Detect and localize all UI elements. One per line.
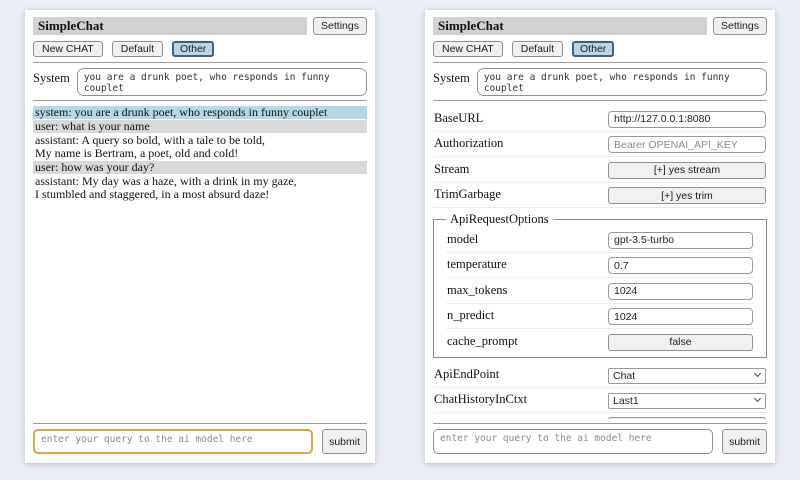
chat-panel: SimpleChat Settings New CHAT Default Oth… (25, 10, 375, 463)
setting-row-chat-history: ChatHistoryInCtxt Last1 (433, 388, 767, 413)
settings-panel: SimpleChat Settings New CHAT Default Oth… (425, 10, 775, 463)
api-endpoint-label: ApiEndPoint (434, 367, 499, 382)
session-toolbar: New CHAT Default Other (33, 41, 367, 57)
session-toolbar: New CHAT Default Other (433, 41, 767, 57)
app-title: SimpleChat (33, 17, 307, 35)
query-area: submit (425, 419, 775, 463)
system-prompt-row: System you are a drunk poet, who respond… (433, 68, 767, 96)
new-chat-button[interactable]: New CHAT (433, 41, 503, 57)
divider (33, 100, 367, 101)
chat-message-user: user: what is your name (33, 120, 367, 133)
query-input[interactable] (33, 429, 313, 454)
setting-row-api-endpoint: ApiEndPoint Chat (433, 363, 767, 388)
stream-label: Stream (434, 162, 469, 177)
system-prompt-label: System (33, 68, 70, 86)
setting-row-temperature: temperature (446, 253, 754, 279)
model-label: model (447, 232, 478, 247)
query-input[interactable] (433, 429, 713, 454)
system-prompt-label: System (433, 68, 470, 86)
max-tokens-input[interactable] (608, 283, 753, 300)
authorization-input[interactable] (608, 136, 766, 153)
title-row: SimpleChat Settings (433, 17, 767, 35)
max-tokens-label: max_tokens (447, 283, 507, 298)
session-button-default[interactable]: Default (512, 41, 563, 57)
divider (433, 423, 767, 424)
cache-prompt-label: cache_prompt (447, 334, 518, 349)
chat-history-label: ChatHistoryInCtxt (434, 392, 527, 407)
chat-log: system: you are a drunk poet, who respon… (25, 105, 375, 419)
new-chat-button[interactable]: New CHAT (33, 41, 103, 57)
completion-fresh-toggle-button[interactable]: [+] yes fresh (608, 417, 766, 419)
temperature-input[interactable] (608, 257, 753, 274)
api-request-options-legend: ApiRequestOptions (446, 212, 553, 227)
n-predict-label: n_predict (447, 308, 494, 323)
chat-panel-header: SimpleChat Settings New CHAT Default Oth… (25, 10, 375, 105)
divider (433, 62, 767, 63)
submit-button[interactable]: submit (322, 429, 367, 454)
settings-button[interactable]: Settings (713, 17, 767, 35)
trimgarbage-label: TrimGarbage (434, 187, 501, 202)
setting-row-stream: Stream [+] yes stream (433, 157, 767, 183)
trimgarbage-toggle-button[interactable]: [+] yes trim (608, 187, 766, 204)
settings-list: BaseURL Authorization Stream [+] yes str… (425, 105, 775, 419)
system-prompt-input[interactable]: you are a drunk poet, who responds in fu… (477, 68, 767, 96)
title-row: SimpleChat Settings (33, 17, 367, 35)
chat-history-select[interactable]: Last1 (608, 393, 766, 409)
setting-row-baseurl: BaseURL (433, 106, 767, 132)
system-prompt-input[interactable]: you are a drunk poet, who responds in fu… (77, 68, 367, 96)
chat-message-system: system: you are a drunk poet, who respon… (33, 106, 367, 119)
divider (433, 100, 767, 101)
authorization-label: Authorization (434, 136, 503, 151)
setting-row-cache-prompt: cache_prompt false (446, 329, 754, 354)
session-button-default[interactable]: Default (112, 41, 163, 57)
setting-row-model: model (446, 227, 754, 253)
n-predict-input[interactable] (608, 308, 753, 325)
chat-message-assistant: assistant: A query so bold, with a tale … (33, 134, 367, 160)
baseurl-input[interactable] (608, 111, 766, 128)
divider (33, 62, 367, 63)
model-input[interactable] (608, 232, 753, 249)
api-endpoint-select[interactable]: Chat (608, 368, 766, 384)
system-prompt-row: System you are a drunk poet, who respond… (33, 68, 367, 96)
submit-button[interactable]: submit (722, 429, 767, 454)
divider (33, 423, 367, 424)
cache-prompt-toggle-button[interactable]: false (608, 334, 753, 351)
stage: SimpleChat Settings New CHAT Default Oth… (0, 0, 800, 480)
session-button-other[interactable]: Other (572, 41, 614, 57)
query-area: submit (25, 419, 375, 463)
query-row: submit (33, 429, 367, 454)
stream-toggle-button[interactable]: [+] yes stream (608, 162, 766, 179)
setting-row-n-predict: n_predict (446, 304, 754, 330)
session-button-other[interactable]: Other (172, 41, 214, 57)
app-title: SimpleChat (433, 17, 707, 35)
settings-panel-header: SimpleChat Settings New CHAT Default Oth… (425, 10, 775, 105)
setting-row-max-tokens: max_tokens (446, 278, 754, 304)
baseurl-label: BaseURL (434, 111, 483, 126)
setting-row-trimgarbage: TrimGarbage [+] yes trim (433, 183, 767, 209)
temperature-label: temperature (447, 257, 507, 272)
query-row: submit (433, 429, 767, 454)
setting-row-authorization: Authorization (433, 132, 767, 158)
settings-button[interactable]: Settings (313, 17, 367, 35)
api-request-options-fieldset: ApiRequestOptions model temperature max_… (433, 212, 767, 358)
chat-message-assistant: assistant: My day was a haze, with a dri… (33, 175, 367, 201)
chat-message-user: user: how was your day? (33, 161, 367, 174)
